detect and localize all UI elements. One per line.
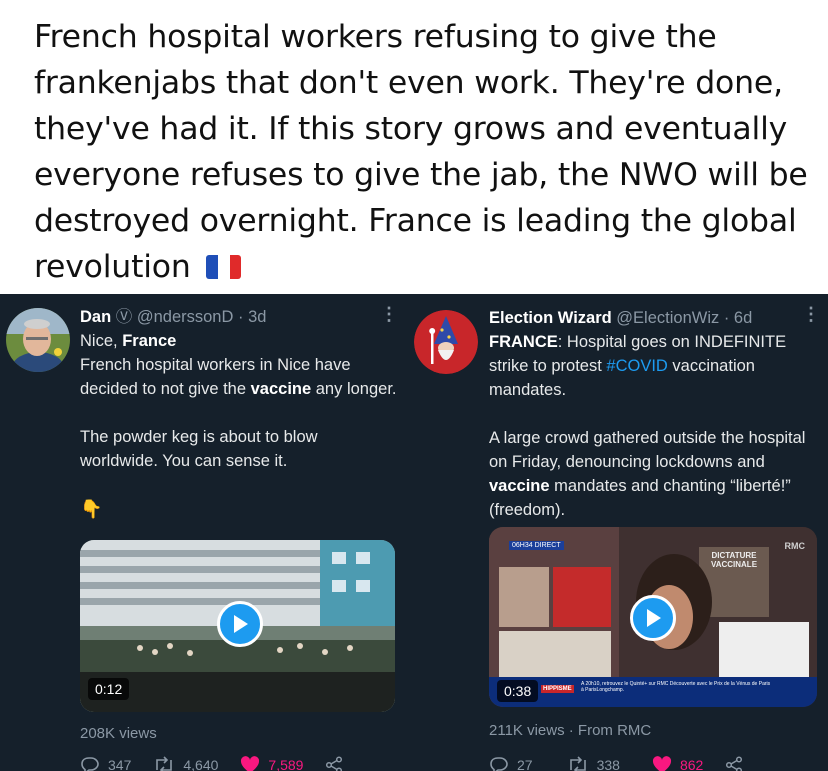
tweet-header: Dan Ⓥ @nderssonD · 3d — [80, 305, 400, 329]
hashtag-link[interactable]: #COVID — [606, 357, 667, 375]
tweet-actions: 347 4,640 7,589 — [80, 756, 373, 771]
tweet-paragraph-1: French hospital workers in Nice have dec… — [80, 353, 400, 401]
reply-icon — [490, 757, 508, 771]
pointing-down-emoji: 👇 — [80, 499, 103, 519]
share-button[interactable] — [725, 756, 751, 771]
reply-button[interactable]: 347 — [80, 756, 131, 771]
avatar[interactable] — [414, 310, 478, 374]
tweet-election-wizard[interactable]: Election Wizard @ElectionWiz · 6d FRANCE… — [414, 294, 828, 771]
video-player[interactable]: 0:12 — [80, 540, 395, 712]
tweets-screenshot: Dan Ⓥ @nderssonD · 3d Nice, France Frenc… — [0, 294, 828, 771]
author-handle[interactable]: @ElectionWiz — [616, 309, 719, 327]
heart-icon — [241, 756, 260, 771]
tweet-paragraph-2: A large crowd gathered outside the hospi… — [489, 426, 819, 522]
text-bold: FRANCE — [489, 333, 558, 351]
text-bold: vaccine — [489, 477, 550, 495]
tweet-paragraph-2: The powder keg is about to blow worldwid… — [80, 428, 318, 470]
text-bold: vaccine — [250, 380, 312, 398]
share-icon — [326, 756, 343, 771]
play-icon — [234, 615, 248, 633]
tweet-content: Dan Ⓥ @nderssonD · 3d Nice, France Frenc… — [80, 305, 400, 521]
text-part: any longer. — [311, 380, 397, 398]
like-button[interactable]: 862 — [652, 756, 703, 771]
play-button[interactable] — [630, 595, 676, 641]
view-count: 211K views · From RMC — [489, 722, 651, 739]
tweet-dan[interactable]: Dan Ⓥ @nderssonD · 3d Nice, France Frenc… — [0, 294, 414, 771]
like-count: 7,589 — [268, 757, 304, 771]
caption-text: French hospital workers refusing to give… — [34, 19, 808, 285]
play-button[interactable] — [217, 601, 263, 647]
tweet-paragraph-1: FRANCE: Hospital goes on INDEFINITE stri… — [489, 330, 819, 402]
author-name[interactable]: Election Wizard — [489, 309, 612, 327]
tweet-actions: 27 338 862 — [489, 756, 773, 771]
retweet-count: 338 — [596, 757, 620, 771]
like-count: 862 — [679, 757, 704, 771]
text-part: A large crowd gathered outside the hospi… — [489, 429, 806, 471]
tweet-age[interactable]: · 6d — [724, 309, 752, 327]
avatar[interactable] — [6, 308, 70, 372]
author-handle[interactable]: @nderssonD — [137, 308, 234, 326]
video-duration: 0:12 — [88, 678, 130, 700]
play-icon — [647, 609, 661, 627]
video-duration: 0:38 — [497, 680, 539, 702]
view-count-text: 211K views — [489, 722, 565, 739]
more-options-icon[interactable]: ⋮ — [380, 304, 398, 325]
location-country: France — [122, 332, 177, 350]
reply-icon — [81, 757, 99, 771]
video-source: · From RMC — [568, 722, 652, 739]
tweet-content: Election Wizard @ElectionWiz · 6d FRANCE… — [489, 306, 819, 522]
location-prefix: Nice, — [80, 332, 123, 350]
share-icon — [726, 756, 743, 771]
circled-v-icon: Ⓥ — [115, 308, 133, 326]
channel-logo: RMC — [784, 541, 806, 551]
live-tag: 06H34 DIRECT — [509, 541, 564, 550]
retweet-button[interactable]: 338 — [567, 756, 620, 771]
france-flag-icon — [206, 255, 242, 279]
view-count: 208K views — [80, 725, 157, 742]
tweet-location: Nice, France — [80, 329, 400, 353]
ticker-text: A 20h10, retrouvez le Quinté+ sur RMC Dé… — [581, 681, 771, 693]
share-button[interactable] — [325, 756, 351, 771]
retweet-button[interactable]: 4,640 — [153, 756, 218, 771]
post-caption: French hospital workers refusing to give… — [34, 14, 814, 290]
reply-count: 27 — [517, 757, 533, 771]
tweet-header: Election Wizard @ElectionWiz · 6d — [489, 306, 819, 330]
reply-button[interactable]: 27 — [489, 756, 533, 771]
author-name[interactable]: Dan — [80, 308, 111, 326]
heart-icon — [652, 756, 671, 771]
more-options-icon[interactable]: ⋮ — [802, 304, 820, 325]
retweet-count: 4,640 — [183, 757, 219, 771]
video-player[interactable]: 06H34 DIRECT RMC DICTATURE VACCINALE 0:3… — [489, 527, 817, 707]
protest-sign: DICTATURE VACCINALE — [710, 551, 758, 569]
retweet-icon — [156, 756, 173, 771]
tweet-age[interactable]: · 3d — [238, 308, 266, 326]
ticker-label: HIPPISME — [541, 685, 574, 693]
like-button[interactable]: 7,589 — [240, 756, 303, 771]
retweet-icon — [569, 756, 586, 771]
reply-count: 347 — [108, 757, 132, 771]
